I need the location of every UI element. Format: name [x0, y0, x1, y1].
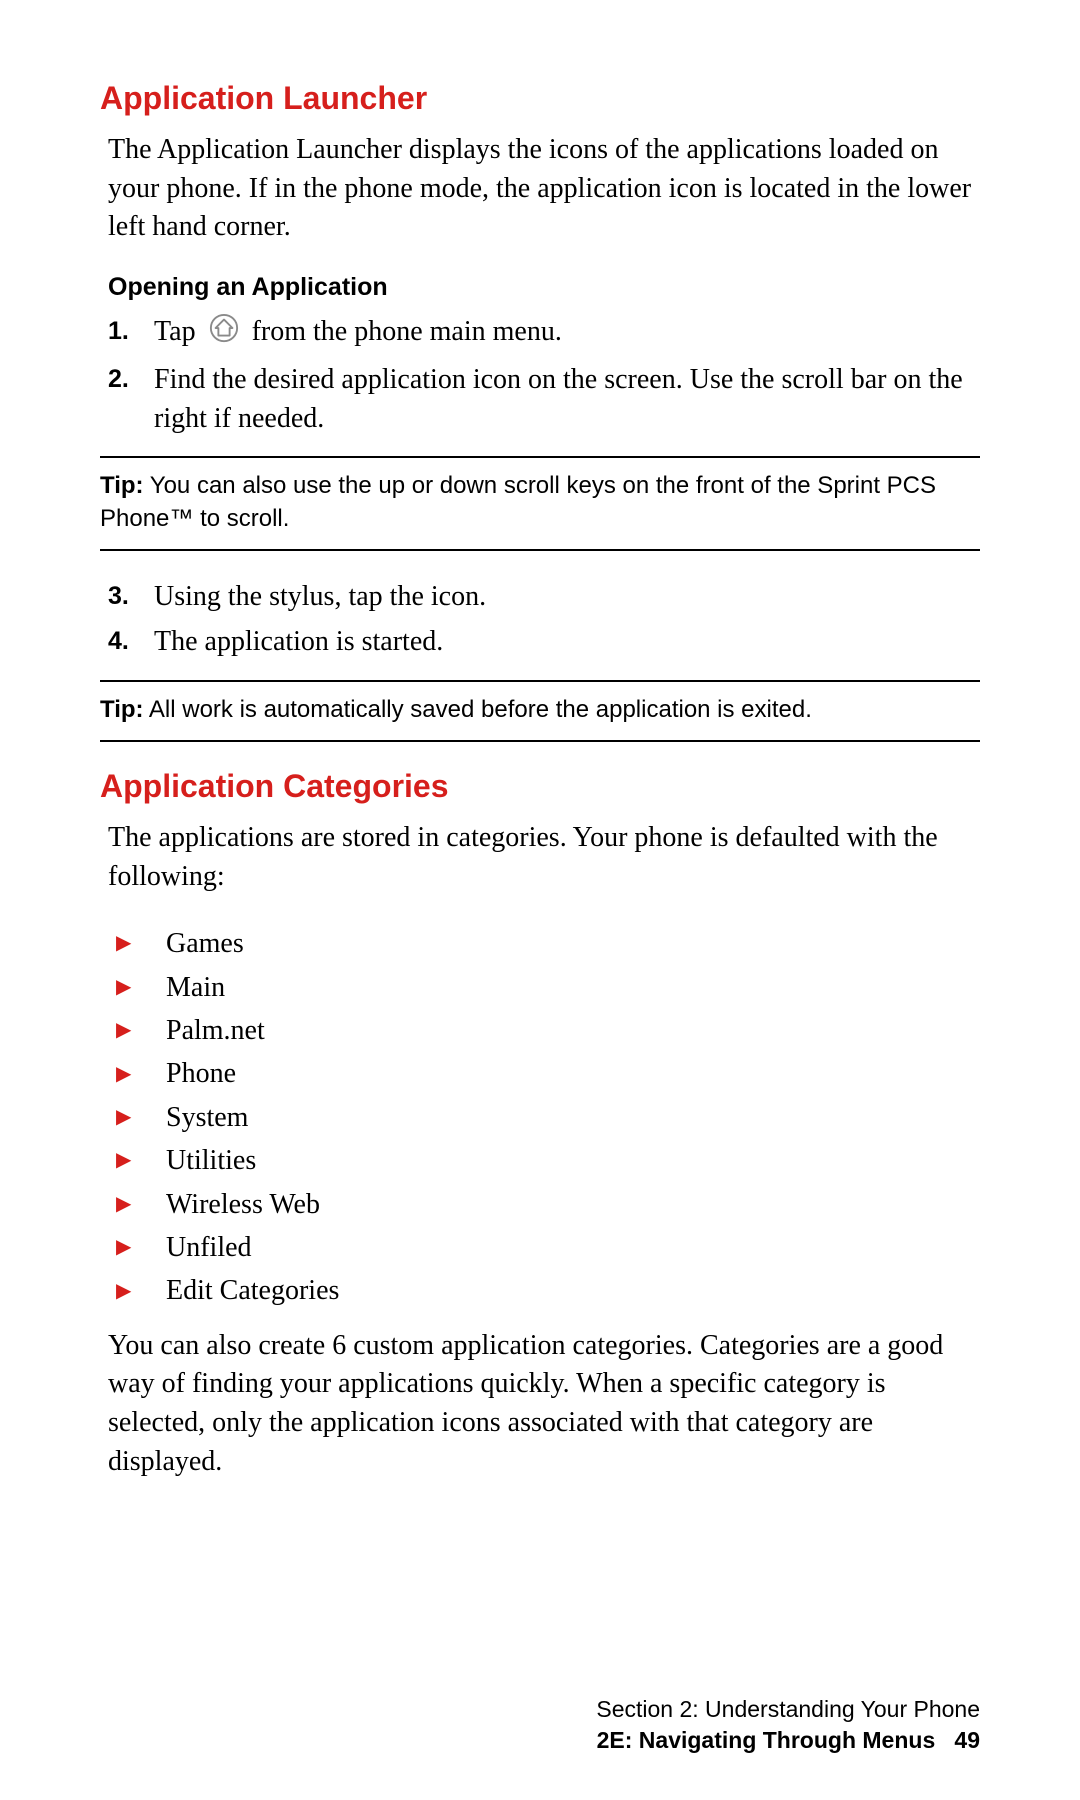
footer: Section 2: Understanding Your Phone 2E: … — [596, 1696, 980, 1754]
triangle-bullet-icon: ▶ — [116, 1102, 166, 1133]
tip-text: You can also use the up or down scroll k… — [100, 472, 936, 531]
step-3: 3. Using the stylus, tap the icon. — [108, 577, 980, 616]
step-text-pre: Tap — [154, 316, 196, 347]
step-text-post: from the phone main menu. — [252, 316, 562, 347]
heading-app-categories: Application Categories — [100, 768, 980, 805]
tip-label: Tip: — [100, 696, 144, 723]
step-4: 4. The application is started. — [108, 622, 980, 661]
list-item: ▶Unfiled — [116, 1226, 980, 1269]
intro-app-launcher: The Application Launcher displays the ic… — [100, 131, 980, 247]
heading-app-launcher: Application Launcher — [100, 80, 980, 117]
category-list: ▶Games ▶Main ▶Palm.net ▶Phone ▶System ▶U… — [100, 922, 980, 1313]
category-label: Palm.net — [166, 1009, 265, 1052]
page-content: Application Launcher The Application Lau… — [0, 0, 1080, 1481]
list-item: ▶Utilities — [116, 1139, 980, 1182]
step-2: 2. Find the desired application icon on … — [108, 360, 980, 438]
step-number: 1. — [108, 312, 154, 349]
category-label: Utilities — [166, 1139, 256, 1182]
para-custom-categories: You can also create 6 custom application… — [100, 1327, 980, 1482]
category-label: Edit Categories — [166, 1269, 339, 1312]
list-item: ▶Edit Categories — [116, 1269, 980, 1312]
triangle-bullet-icon: ▶ — [116, 1232, 166, 1263]
category-label: Unfiled — [166, 1226, 252, 1269]
step-text: Tap from the phone main menu. — [154, 312, 980, 354]
tip-box-scroll: Tip: You can also use the up or down scr… — [100, 456, 980, 551]
tip-box-autosave: Tip: All work is automatically saved bef… — [100, 680, 980, 742]
tip-label: Tip: — [100, 472, 144, 499]
category-label: Games — [166, 922, 244, 965]
step-text: Using the stylus, tap the icon. — [154, 577, 980, 616]
triangle-bullet-icon: ▶ — [116, 972, 166, 1003]
steps-group-a: 1. Tap from the phone main menu. 2. Find… — [100, 312, 980, 439]
category-label: Main — [166, 966, 225, 1009]
footer-chapter-label: 2E: Navigating Through Menus 49 — [596, 1727, 980, 1754]
triangle-bullet-icon: ▶ — [116, 1015, 166, 1046]
list-item: ▶Main — [116, 966, 980, 1009]
triangle-bullet-icon: ▶ — [116, 1145, 166, 1176]
tip-text: All work is automatically saved before t… — [149, 696, 812, 723]
triangle-bullet-icon: ▶ — [116, 928, 166, 959]
list-item: ▶Phone — [116, 1052, 980, 1095]
triangle-bullet-icon: ▶ — [116, 1189, 166, 1220]
list-item: ▶Wireless Web — [116, 1183, 980, 1226]
step-number: 4. — [108, 622, 154, 659]
list-item: ▶Palm.net — [116, 1009, 980, 1052]
home-icon — [209, 313, 239, 354]
step-number: 2. — [108, 360, 154, 397]
category-label: Phone — [166, 1052, 236, 1095]
footer-chapter-text: 2E: Navigating Through Menus — [597, 1727, 936, 1753]
step-text: The application is started. — [154, 622, 980, 661]
step-1: 1. Tap from the phone main menu. — [108, 312, 980, 354]
intro-app-categories: The applications are stored in categorie… — [100, 819, 980, 896]
footer-section-label: Section 2: Understanding Your Phone — [596, 1696, 980, 1723]
list-item: ▶Games — [116, 922, 980, 965]
triangle-bullet-icon: ▶ — [116, 1059, 166, 1090]
list-item: ▶System — [116, 1096, 980, 1139]
step-text: Find the desired application icon on the… — [154, 360, 980, 438]
subheading-opening-app: Opening an Application — [100, 273, 980, 302]
footer-page-number: 49 — [954, 1727, 980, 1753]
category-label: Wireless Web — [166, 1183, 320, 1226]
triangle-bullet-icon: ▶ — [116, 1276, 166, 1307]
category-label: System — [166, 1096, 248, 1139]
steps-group-b: 3. Using the stylus, tap the icon. 4. Th… — [100, 577, 980, 661]
step-number: 3. — [108, 577, 154, 614]
